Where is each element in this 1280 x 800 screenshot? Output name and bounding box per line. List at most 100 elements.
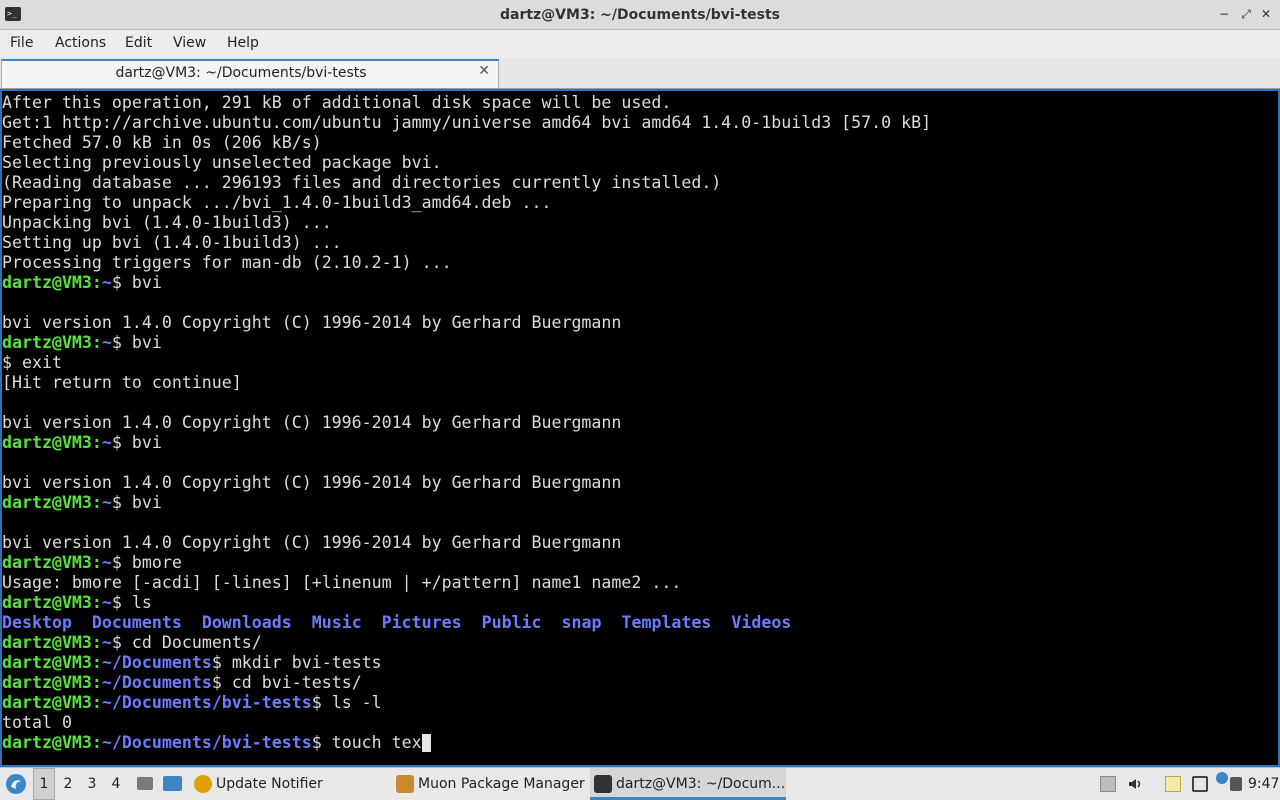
terminal-line: After this operation, 291 kB of addition… <box>2 93 1278 113</box>
file-manager-launcher[interactable] <box>134 768 156 800</box>
terminal-line: dartz@VM3:~$ bvi <box>2 333 1278 353</box>
clipboard-icon[interactable] <box>1165 776 1181 792</box>
prompt-path: ~ <box>101 433 112 452</box>
prompt-user-host: dartz@VM3 <box>2 553 92 572</box>
prompt-user-host: dartz@VM3 <box>2 273 92 292</box>
prompt-path: ~/Documents <box>101 673 212 692</box>
prompt-path: ~ <box>101 273 112 292</box>
terminal-line: bvi version 1.4.0 Copyright (C) 1996-201… <box>2 533 1278 553</box>
output-text: [Hit return to continue] <box>2 373 242 392</box>
desktop-icon <box>163 776 182 791</box>
restore-button[interactable]: ⤢ <box>1237 5 1255 23</box>
prompt-separator: : <box>91 693 102 712</box>
minimize-button[interactable]: − <box>1215 5 1233 23</box>
desktop-switch-1[interactable]: 1 <box>33 768 55 800</box>
directory-entry: Documents <box>91 613 182 632</box>
menu-actions[interactable]: Actions <box>55 30 106 56</box>
terminal-line: dartz@VM3:~$ cd Documents/ <box>2 633 1278 653</box>
desktop-switch-3[interactable]: 3 <box>81 768 103 800</box>
output-text: bvi version 1.4.0 Copyright (C) 1996-201… <box>2 533 622 552</box>
clock[interactable]: 9:47 <box>1248 768 1280 800</box>
menu-edit[interactable]: Edit <box>125 30 152 56</box>
prompt-symbol: $ <box>311 693 322 712</box>
prompt-user-host: dartz@VM3 <box>2 673 92 692</box>
terminal-line: Usage: bmore [-acdi] [-lines] [+linenum … <box>2 573 1278 593</box>
prompt-path: ~ <box>101 633 112 652</box>
prompt-path: ~ <box>101 333 112 352</box>
tab-label: dartz@VM3: ~/Documents/bvi-tests <box>115 65 367 81</box>
output-text: bvi version 1.4.0 Copyright (C) 1996-201… <box>2 473 622 492</box>
notification-icon[interactable] <box>1216 772 1228 784</box>
prompt-separator: : <box>91 493 102 512</box>
folder-icon <box>137 777 153 790</box>
prompt-path: ~ <box>101 553 112 572</box>
terminal-line: dartz@VM3:~/Documents/bvi-tests$ touch t… <box>2 733 1278 753</box>
desktop-switch-4[interactable]: 4 <box>105 768 127 800</box>
command-text: touch tex <box>321 733 422 752</box>
app-menu-icon <box>6 774 26 794</box>
command-text: cd Documents/ <box>121 633 262 652</box>
prompt-symbol: $ <box>111 493 122 512</box>
command-text: mkdir bvi-tests <box>221 653 382 672</box>
terminal-line: Processing triggers for man-db (2.10.2-1… <box>2 253 1278 273</box>
command-text: bvi <box>121 433 162 452</box>
terminal-view[interactable]: After this operation, 291 kB of addition… <box>0 89 1280 767</box>
prompt-user-host: dartz@VM3 <box>2 633 92 652</box>
prompt-separator: : <box>91 673 102 692</box>
prompt-path: ~ <box>101 493 112 512</box>
command-text: bvi <box>121 273 162 292</box>
prompt-separator: : <box>91 593 102 612</box>
tab-bar: dartz@VM3: ~/Documents/bvi-tests ✕ <box>0 58 1280 89</box>
start-menu-button[interactable] <box>4 768 28 800</box>
taskbar-task-label: Muon Package Manager <box>418 776 585 792</box>
output-text: Usage: bmore [-acdi] [-lines] [+linenum … <box>2 573 682 592</box>
directory-entry: Pictures <box>381 613 462 632</box>
prompt-symbol: $ <box>111 333 122 352</box>
command-text: bmore <box>121 553 182 572</box>
close-button[interactable]: ✕ <box>1257 5 1275 23</box>
prompt-user-host: dartz@VM3 <box>2 333 92 352</box>
taskbar-task-1[interactable]: Muon Package Manager <box>392 768 588 800</box>
prompt-symbol: $ <box>211 673 222 692</box>
tab-terminal[interactable]: dartz@VM3: ~/Documents/bvi-tests ✕ <box>1 59 499 88</box>
network-icon[interactable] <box>1192 776 1208 792</box>
tab-close-icon[interactable]: ✕ <box>478 63 490 79</box>
taskbar: 1234 Update Notifier Muon Package Manager… <box>0 767 1280 800</box>
terminal-line: $ exit <box>2 353 1278 373</box>
prompt-separator: : <box>91 733 102 752</box>
desktop-switch-2[interactable]: 2 <box>57 768 79 800</box>
prompt-symbol: $ <box>211 653 222 672</box>
battery-icon[interactable] <box>1230 777 1242 791</box>
menu-view[interactable]: View <box>173 30 206 56</box>
prompt-symbol: $ <box>111 553 122 572</box>
output-text: Setting up bvi (1.4.0-1build3) ... <box>2 233 342 252</box>
terminal-line: Selecting previously unselected package … <box>2 153 1278 173</box>
terminal-line: bvi version 1.4.0 Copyright (C) 1996-201… <box>2 473 1278 493</box>
taskbar-task-0[interactable]: Update Notifier <box>190 768 386 800</box>
terminal-line: total 0 <box>2 713 1278 733</box>
output-text: Unpacking bvi (1.4.0-1build3) ... <box>2 213 332 232</box>
output-text: total 0 <box>2 713 72 732</box>
menu-file[interactable]: File <box>10 30 33 56</box>
prompt-user-host: dartz@VM3 <box>2 693 92 712</box>
tray-up-icon[interactable] <box>1100 776 1116 792</box>
terminal-line: dartz@VM3:~$ ls <box>2 593 1278 613</box>
taskbar-task-2[interactable]: dartz@VM3: ~/Docum... <box>590 768 786 800</box>
prompt-user-host: dartz@VM3 <box>2 593 92 612</box>
command-text: bvi <box>121 333 162 352</box>
terminal-line: bvi version 1.4.0 Copyright (C) 1996-201… <box>2 413 1278 433</box>
terminal-line: dartz@VM3:~/Documents/bvi-tests$ ls -l <box>2 693 1278 713</box>
directory-entry: snap <box>561 613 602 632</box>
prompt-separator: : <box>91 433 102 452</box>
menu-help[interactable]: Help <box>227 30 259 56</box>
terminal-line: Fetched 57.0 kB in 0s (206 kB/s) <box>2 133 1278 153</box>
volume-icon[interactable] <box>1127 776 1143 792</box>
window-titlebar[interactable]: >_ dartz@VM3: ~/Documents/bvi-tests − ⤢ … <box>0 0 1280 30</box>
show-desktop-launcher[interactable] <box>160 768 186 800</box>
output-text: $ exit <box>2 353 62 372</box>
output-text: bvi version 1.4.0 Copyright (C) 1996-201… <box>2 413 622 432</box>
output-text: Selecting previously unselected package … <box>2 153 442 172</box>
package-manager-icon <box>396 775 414 793</box>
